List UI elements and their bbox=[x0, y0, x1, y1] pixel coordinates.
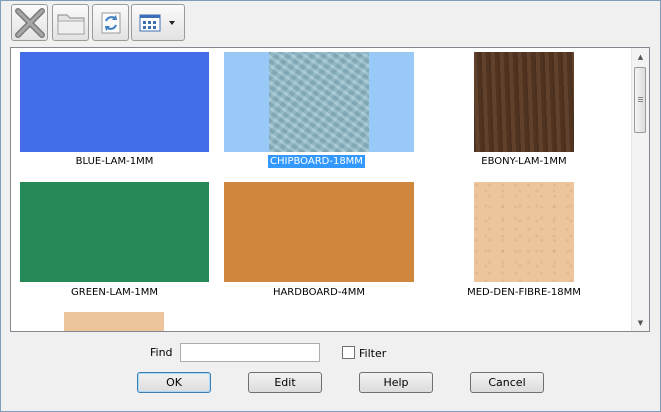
chevron-down-icon bbox=[169, 20, 175, 25]
material-label-selected: CHIPBOARD-18MM bbox=[268, 155, 365, 168]
open-folder-button[interactable] bbox=[52, 4, 89, 41]
filter-checkbox[interactable] bbox=[342, 346, 355, 359]
delete-x-icon bbox=[14, 7, 45, 38]
scroll-thumb[interactable] bbox=[634, 67, 646, 133]
material-list[interactable]: BLUE-LAM-1MM CHIPBOARD-18MM EBONY-LAM-1M… bbox=[10, 47, 650, 332]
ok-button[interactable]: OK bbox=[137, 372, 211, 393]
scroll-up-arrow-icon[interactable]: ▲ bbox=[632, 48, 649, 65]
material-label: EBONY-LAM-1MM bbox=[481, 156, 567, 167]
refresh-icon bbox=[101, 12, 120, 33]
material-swatch bbox=[20, 182, 209, 282]
scroll-down-arrow-icon[interactable]: ▼ bbox=[632, 314, 649, 331]
material-label: BLUE-LAM-1MM bbox=[75, 156, 154, 167]
material-label: GREEN-LAM-1MM bbox=[71, 287, 158, 298]
material-swatch bbox=[474, 52, 574, 152]
find-label: Find bbox=[150, 346, 173, 359]
delete-button[interactable] bbox=[11, 4, 48, 41]
find-input[interactable] bbox=[180, 343, 320, 362]
edit-button[interactable]: Edit bbox=[248, 372, 322, 393]
refresh-button[interactable] bbox=[92, 4, 129, 41]
filter-label: Filter bbox=[359, 347, 387, 360]
grid-view-icon bbox=[139, 14, 175, 31]
cancel-button[interactable]: Cancel bbox=[470, 372, 544, 393]
material-swatch bbox=[64, 312, 164, 331]
material-label: HARDBOARD-4MM bbox=[272, 287, 366, 298]
material-label: MED-DEN-FIBRE-18MM bbox=[467, 287, 581, 298]
help-button[interactable]: Help bbox=[359, 372, 433, 393]
folder-icon bbox=[56, 13, 85, 35]
material-swatch bbox=[20, 52, 209, 152]
view-mode-button[interactable] bbox=[131, 4, 185, 41]
material-swatch bbox=[269, 52, 369, 152]
material-swatch bbox=[474, 182, 574, 282]
material-swatch bbox=[224, 182, 414, 282]
vertical-scrollbar[interactable]: ▲ ▼ bbox=[631, 48, 649, 331]
material-browser-dialog: BLUE-LAM-1MM CHIPBOARD-18MM EBONY-LAM-1M… bbox=[0, 0, 661, 412]
